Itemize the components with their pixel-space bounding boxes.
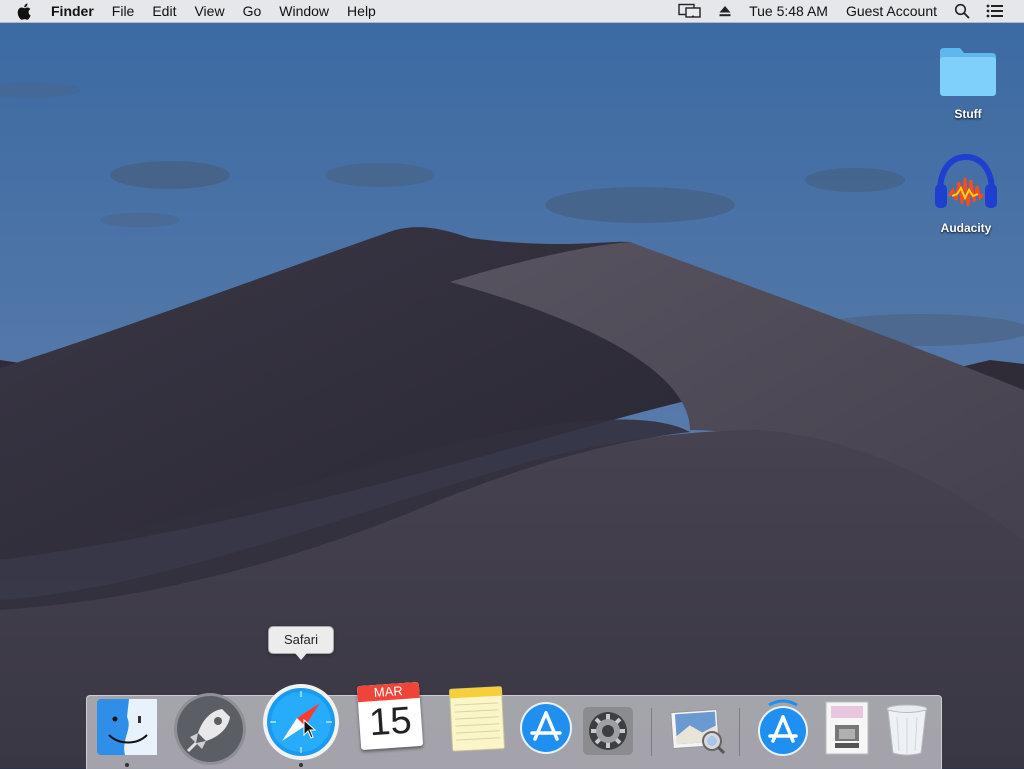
- dock-item-app-store[interactable]: [517, 696, 575, 769]
- app-store-icon: [519, 701, 573, 755]
- menu-bar: Finder File Edit View Go Window Help Tue…: [0, 0, 1024, 23]
- audacity-icon: [930, 153, 1002, 218]
- dock-item-launchpad[interactable]: [171, 693, 249, 769]
- desktop-item-label: Audacity: [940, 221, 992, 235]
- dock-item-calendar[interactable]: MAR 15: [351, 681, 427, 769]
- dock-item-finder[interactable]: [95, 696, 159, 769]
- notes-icon: [447, 686, 505, 752]
- apple-menu-icon[interactable]: [14, 0, 34, 22]
- system-preferences-icon: [583, 707, 633, 755]
- menu-clock[interactable]: Tue 5:48 AM: [740, 0, 837, 22]
- dock: MAR 15: [86, 681, 942, 769]
- safari-icon: [262, 683, 340, 761]
- calendar-day: 15: [367, 699, 413, 745]
- calendar-icon: MAR 15: [356, 681, 424, 751]
- running-indicator: [125, 763, 129, 767]
- dock-item-notes[interactable]: [437, 686, 511, 769]
- desktop[interactable]: Finder File Edit View Go Window Help Tue…: [0, 0, 1024, 769]
- desktop-item-audacity[interactable]: Audacity: [926, 153, 1006, 235]
- menu-go[interactable]: Go: [234, 0, 271, 22]
- running-indicator: [299, 763, 303, 767]
- dock-separator: [739, 708, 740, 756]
- menu-edit[interactable]: Edit: [143, 0, 185, 22]
- launchpad-icon: [172, 691, 248, 767]
- finder-icon: [97, 699, 157, 755]
- trash-icon: [885, 703, 929, 757]
- wallpaper: [0, 0, 1024, 768]
- dock-item-trash[interactable]: [879, 696, 935, 769]
- dock-separator: [651, 708, 652, 756]
- menu-app-name[interactable]: Finder: [42, 0, 103, 22]
- preview-icon: [668, 705, 726, 755]
- dock-tooltip: Safari: [268, 626, 334, 660]
- menu-file[interactable]: File: [103, 0, 144, 22]
- dock-item-system-preferences[interactable]: [579, 696, 637, 769]
- mouse-pointer-icon: [303, 719, 317, 739]
- desktop-item-stuff[interactable]: Stuff: [928, 44, 1008, 121]
- display-mirroring-icon[interactable]: [670, 0, 710, 22]
- eject-icon[interactable]: [710, 0, 740, 22]
- document-icon: [825, 701, 869, 755]
- dock-item-app-store-2[interactable]: [753, 696, 813, 769]
- menu-help[interactable]: Help: [338, 0, 385, 22]
- dock-item-document[interactable]: [817, 696, 877, 769]
- dock-item-preview[interactable]: [665, 696, 729, 769]
- spotlight-search-icon[interactable]: [946, 0, 978, 22]
- app-store-icon: [755, 699, 811, 757]
- notification-center-icon[interactable]: [978, 0, 1012, 22]
- menu-window[interactable]: Window: [270, 0, 338, 22]
- desktop-item-label: Stuff: [954, 107, 982, 121]
- folder-icon: [936, 48, 1000, 104]
- dock-item-safari[interactable]: [261, 684, 341, 769]
- menu-user[interactable]: Guest Account: [837, 0, 946, 22]
- menu-view[interactable]: View: [185, 0, 233, 22]
